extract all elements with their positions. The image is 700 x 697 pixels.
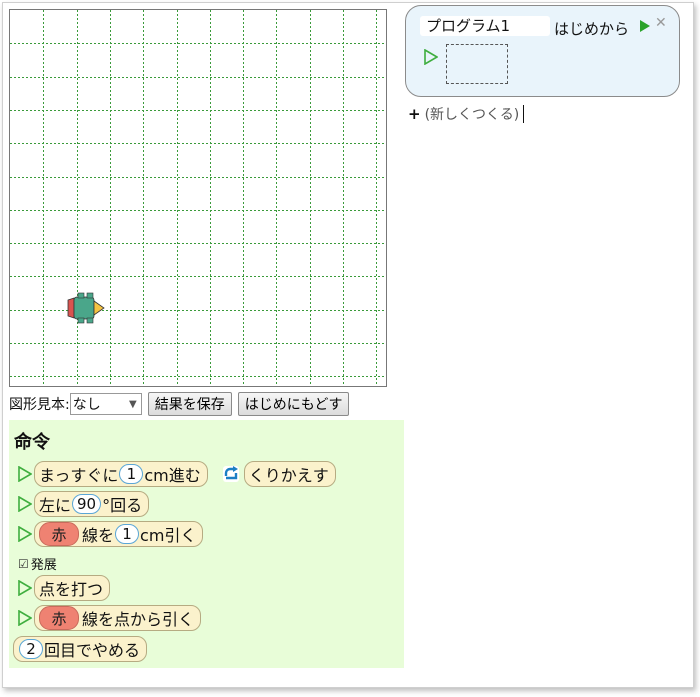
stop-block[interactable]: 2 回目でやめる — [13, 636, 148, 662]
forward-command-row: まっすぐに 1 cm進む くりかえす — [18, 461, 336, 487]
forward-unit: cm進む — [144, 466, 201, 485]
play-icon[interactable] — [18, 466, 32, 482]
checkbox-icon[interactable]: ☑ — [18, 557, 29, 571]
play-icon[interactable] — [18, 496, 32, 512]
draw-line-command-row: 赤 線を 1 cm引く — [18, 521, 204, 547]
chevron-down-icon: ▼ — [129, 398, 137, 410]
expand-toggle[interactable]: ☑ 発展 — [18, 554, 57, 574]
repeat-block[interactable]: くりかえす — [243, 461, 336, 487]
turn-left-block[interactable]: 左に 90 °回る — [34, 491, 150, 517]
new-program-label: (新しくつくる) — [424, 107, 520, 123]
save-result-button[interactable]: 結果を保存 — [147, 392, 232, 416]
line-from-dot-block[interactable]: 赤 線を点から引く — [34, 605, 202, 631]
play-icon[interactable] — [424, 49, 438, 65]
play-icon[interactable] — [18, 526, 32, 542]
stop-text: 回目でやめる — [44, 641, 141, 660]
text-cursor — [523, 105, 525, 123]
repeat-label: くりかえす — [248, 466, 329, 485]
play-icon[interactable] — [640, 20, 650, 32]
line-from-dot-color-chip[interactable]: 赤 — [39, 606, 79, 630]
shape-sample-value: なし — [72, 397, 101, 413]
draw-line-unit: cm引く — [140, 526, 197, 545]
dot-label: 点を打つ — [39, 580, 104, 599]
turn-text: 左に — [39, 496, 72, 515]
play-icon[interactable] — [18, 580, 32, 596]
forward-block[interactable]: まっすぐに 1 cm進む — [34, 461, 208, 487]
dot-block[interactable]: 点を打つ — [34, 575, 111, 601]
palette-title: 命令 — [14, 432, 50, 453]
stop-command-row: 2 回目でやめる — [13, 636, 148, 662]
program-panel: プログラム1 はじめから ✕ — [405, 5, 680, 97]
turn-command-row: 左に 90 °回る — [18, 491, 150, 517]
dot-command-row: 点を打つ — [18, 575, 111, 601]
plus-icon: + — [408, 105, 421, 123]
repeat-icon — [222, 466, 239, 482]
turtle-icon — [67, 292, 105, 324]
program-drop-slot[interactable] — [446, 44, 508, 84]
play-icon[interactable] — [18, 610, 32, 626]
close-icon[interactable]: ✕ — [655, 15, 667, 31]
command-palette: 命令 まっすぐに 1 cm進む くりかえす 左に 90 °回る 赤 線を 1 c… — [9, 420, 404, 668]
turn-value[interactable]: 90 — [72, 494, 102, 514]
draw-line-text: 線を — [82, 526, 115, 545]
turtle-layer — [67, 292, 105, 324]
expand-label: 発展 — [30, 558, 57, 573]
draw-line-block[interactable]: 赤 線を 1 cm引く — [34, 521, 204, 547]
line-color-chip[interactable]: 赤 — [39, 522, 79, 546]
shape-sample-label: 図形見本: — [9, 397, 70, 413]
shape-sample-select[interactable]: なし ▼ — [69, 393, 142, 415]
stop-value[interactable]: 2 — [19, 639, 43, 659]
draw-line-value[interactable]: 1 — [115, 524, 140, 544]
reset-button[interactable]: はじめにもどす — [237, 392, 350, 416]
line-from-dot-text: 線を点から引く — [82, 610, 195, 629]
new-program-link[interactable]: + (新しくつくる) — [408, 104, 525, 124]
start-from-beginning-label[interactable]: はじめから — [554, 18, 629, 39]
program-name-field[interactable]: プログラム1 — [420, 16, 550, 36]
forward-value[interactable]: 1 — [119, 464, 144, 484]
forward-text: まっすぐに — [39, 466, 119, 485]
line-from-dot-command-row: 赤 線を点から引く — [18, 605, 202, 631]
canvas-controls: 図形見本: なし ▼ 結果を保存 はじめにもどす — [9, 391, 355, 417]
turn-unit: °回る — [102, 496, 143, 515]
drawing-canvas[interactable] — [9, 9, 387, 387]
